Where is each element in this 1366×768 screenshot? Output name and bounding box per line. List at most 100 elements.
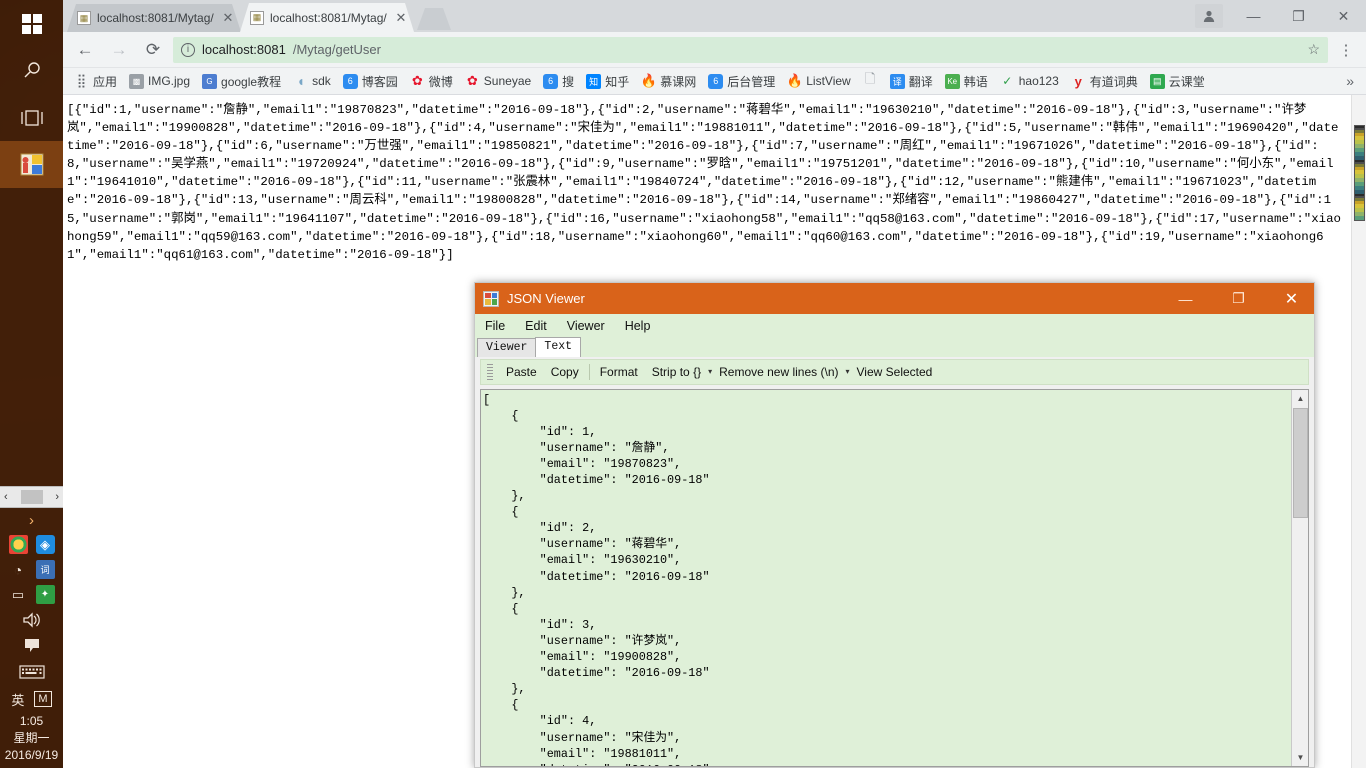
taskbar-scroll-left[interactable]: ‹ <box>0 491 12 503</box>
bookmark-item[interactable]: ✿ Suneyae <box>460 72 536 91</box>
apps-grid-icon: ⣿ <box>76 73 87 88</box>
address-bar[interactable]: i localhost:8081/Mytag/getUser ☆ <box>173 36 1328 63</box>
json-viewer-maximize-button[interactable]: ❐ <box>1216 283 1261 314</box>
ime-indicator[interactable]: 英 M <box>0 685 63 713</box>
bookmark-item[interactable]: 🔥 ListView <box>782 72 855 91</box>
json-viewer-text-area[interactable]: [ { "id": 1, "username": "詹静", "email": … <box>481 390 1291 766</box>
bookmark-label: 韩语 <box>963 74 988 89</box>
green-app-tray-icon[interactable]: ✦ <box>35 585 55 604</box>
browser-tab-2-title: localhost:8081/Mytag/ <box>270 10 387 25</box>
bookmark-star-icon[interactable]: ☆ <box>1307 41 1320 58</box>
bookmark-item[interactable]: ▤ 云课堂 <box>1145 71 1210 92</box>
google-tutorial-icon: G <box>202 73 218 89</box>
ime-mode-label[interactable]: M <box>34 691 52 707</box>
weibo-icon: ✿ <box>411 73 423 88</box>
bookmark-item[interactable]: 🗋 <box>858 71 883 91</box>
browser-minimize-button[interactable]: — <box>1231 0 1276 32</box>
bookmark-item[interactable]: Ke 韩语 <box>940 71 993 92</box>
start-button[interactable] <box>0 0 63 47</box>
json-viewer-app-icon <box>483 290 499 307</box>
reload-button[interactable]: ⟳ <box>139 36 167 64</box>
new-tab-button[interactable] <box>417 8 451 30</box>
forward-button[interactable]: → <box>105 36 133 64</box>
menu-item-file[interactable]: File <box>485 319 505 333</box>
strip-to-button[interactable]: Strip to {} <box>645 365 708 379</box>
yunketang-icon: ▤ <box>1149 73 1165 89</box>
browser-tab-1[interactable]: ▦ localhost:8081/Mytag/ ✕ <box>67 4 241 32</box>
back-button[interactable]: ← <box>71 36 99 64</box>
menu-item-help[interactable]: Help <box>625 319 651 333</box>
toolbar-grip-handle[interactable] <box>487 363 493 380</box>
bookmarks-overflow-button[interactable]: » <box>1346 73 1360 89</box>
ime-language-label[interactable]: 英 <box>11 690 24 709</box>
browser-maximize-button[interactable]: ❐ <box>1276 0 1321 32</box>
tab-text[interactable]: Text <box>535 337 582 358</box>
bookmark-item[interactable]: y 有道词典 <box>1066 71 1143 92</box>
menu-item-edit[interactable]: Edit <box>525 319 547 333</box>
wifi-tray-icon[interactable]: ◔ <box>9 560 28 579</box>
bookmark-item[interactable]: 知知乎 <box>581 71 634 92</box>
format-button[interactable]: Format <box>593 365 645 379</box>
bookmark-item[interactable]: 译翻译 <box>885 71 938 92</box>
chrome-tray-icon[interactable] <box>8 535 28 554</box>
json-viewer-close-button[interactable]: ✕ <box>1269 283 1314 314</box>
tab-viewer[interactable]: Viewer <box>477 338 537 358</box>
browser-close-button[interactable]: ✕ <box>1321 0 1366 32</box>
bookmark-item[interactable]: 6 博客园 <box>338 71 403 92</box>
taskbar-scroll-thumb[interactable] <box>20 490 43 504</box>
json-viewer-scrollbar-thumb[interactable] <box>1293 407 1308 518</box>
task-view-button[interactable] <box>0 94 63 141</box>
scroll-up-arrow-icon[interactable]: ▲ <box>1292 389 1308 407</box>
remove-new-lines-button[interactable]: Remove new lines (\n) <box>712 365 845 379</box>
bookmark-label: 搜 <box>562 74 575 89</box>
tray-expand-chevron-icon[interactable]: › <box>29 510 34 532</box>
page-scrollbar-thumb[interactable] <box>1354 125 1365 221</box>
bookmark-label: google教程 <box>221 74 282 89</box>
keyboard-icon <box>18 665 45 679</box>
bookmark-item[interactable]: 🔥 慕课网 <box>636 71 701 92</box>
json-viewer-minimize-button[interactable]: — <box>1163 283 1208 314</box>
json-viewer-vertical-scrollbar[interactable]: ▲ ▼ <box>1291 389 1308 766</box>
volume-tray-icon[interactable] <box>0 607 63 633</box>
taskbar-clock[interactable]: 1:05 星期一 2016/9/19 <box>0 713 63 768</box>
bookmark-item[interactable]: ◖ sdk <box>288 72 336 91</box>
action-center-icon[interactable] <box>0 633 63 659</box>
taskbar-scrollbar[interactable]: ‹ › <box>0 486 63 508</box>
taskbar-search-button[interactable] <box>0 47 63 94</box>
security-shield-tray-icon[interactable]: ◈ <box>35 535 55 554</box>
tab-close-icon[interactable]: ✕ <box>221 11 235 25</box>
listview-icon: 🔥 <box>786 73 803 88</box>
bookmark-item[interactable]: ▩ IMG.jpg <box>124 72 195 91</box>
bookmark-item[interactable]: Ggoogle教程 <box>197 71 286 92</box>
tab-close-icon[interactable]: ✕ <box>394 11 408 25</box>
dictionary-tray-icon[interactable]: 词 <box>35 560 55 579</box>
bookmark-item[interactable]: 6 后台管理 <box>703 71 780 92</box>
bookmark-label: IMG.jpg <box>148 74 191 88</box>
profile-avatar-button[interactable] <box>1195 4 1223 28</box>
view-selected-button[interactable]: View Selected <box>850 365 940 379</box>
screen: ‹ › › ◈ ◔ 词 ▭ ✦ 英 M 1:05 星期一 2016/9/19 ▦… <box>0 0 1366 768</box>
bookmark-item[interactable]: ⣿ 应用 <box>69 71 122 92</box>
paint-app-icon <box>20 153 43 175</box>
task-view-icon <box>20 109 43 126</box>
battery-tray-icon[interactable]: ▭ <box>9 585 28 604</box>
image-file-icon: ▩ <box>129 73 145 89</box>
bookmark-item[interactable]: ✿ 微博 <box>405 71 458 92</box>
taskbar-scroll-right[interactable]: › <box>51 491 63 503</box>
touch-keyboard-icon[interactable] <box>0 659 63 685</box>
bookmark-item[interactable]: 6搜 <box>538 71 579 92</box>
bookmark-label: 知乎 <box>605 74 630 89</box>
site-info-icon[interactable]: i <box>181 42 195 57</box>
chrome-menu-button[interactable]: ⋮ <box>1334 41 1358 59</box>
json-viewer-text-area-container: [ { "id": 1, "username": "詹静", "email": … <box>480 388 1309 767</box>
browser-tab-2[interactable]: ▦ localhost:8081/Mytag/ ✕ <box>240 3 414 32</box>
menu-item-viewer[interactable]: Viewer <box>567 319 605 333</box>
taskbar-item-paint[interactable] <box>0 141 63 188</box>
copy-button[interactable]: Copy <box>544 365 586 379</box>
search-icon <box>24 61 40 77</box>
bookmark-item[interactable]: ✓ hao123 <box>995 72 1064 91</box>
scroll-down-arrow-icon[interactable]: ▼ <box>1292 748 1308 766</box>
paste-button[interactable]: Paste <box>499 365 544 379</box>
page-vertical-scrollbar[interactable] <box>1351 95 1366 768</box>
json-viewer-title-bar[interactable]: JSON Viewer — ❐ ✕ <box>475 283 1314 314</box>
